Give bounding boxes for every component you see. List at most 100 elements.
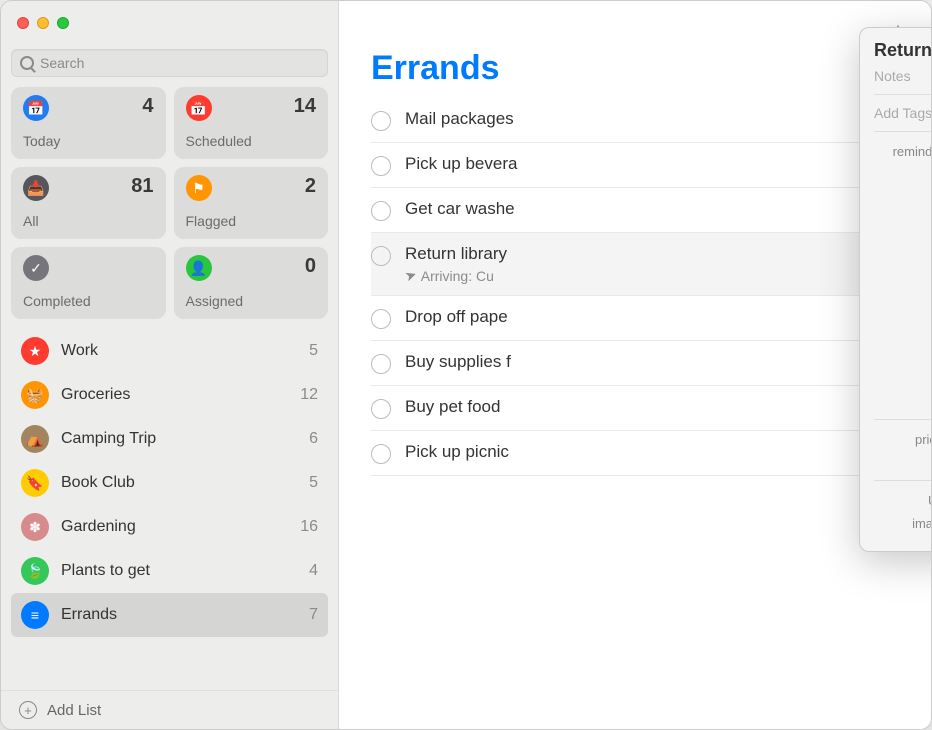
card-flagged-count: 2 (305, 175, 316, 198)
tags-field[interactable]: Add Tags (874, 99, 932, 127)
close-window-button[interactable] (17, 17, 29, 29)
sidebar-list-work[interactable]: ★ Work 5 (11, 329, 328, 373)
smart-list-cards: 📅 4 Today 📅 14 Scheduled 📥 81 All (1, 77, 338, 329)
card-today-count: 4 (142, 95, 153, 118)
card-assigned-count: 0 (305, 255, 316, 278)
sidebar-list-count: 5 (309, 342, 318, 360)
location-arrow-icon: ➤ (402, 266, 419, 286)
remind-me-label: remind me (874, 142, 932, 409)
complete-toggle[interactable] (371, 309, 391, 329)
card-all[interactable]: 📥 81 All (11, 167, 166, 239)
card-assigned-label: Assigned (186, 293, 317, 309)
complete-toggle[interactable] (371, 399, 391, 419)
bookmark-icon: 🔖 (21, 469, 49, 497)
reminders-window: 📅 4 Today 📅 14 Scheduled 📥 81 All (0, 0, 932, 730)
sidebar-list-bookclub[interactable]: 🔖 Book Club 5 (11, 461, 328, 505)
add-list-label: Add List (47, 702, 101, 719)
priority-label: priority (874, 430, 932, 447)
reminder-title: Drop off pape (405, 307, 508, 327)
url-label: URL (874, 491, 932, 508)
reminder-row[interactable]: Drop off pape (371, 296, 931, 341)
search-icon (20, 56, 34, 70)
reminder-row[interactable]: Get car washe (371, 188, 931, 233)
reminder-title: Pick up picnic (405, 442, 509, 462)
search-field[interactable] (11, 49, 328, 77)
zoom-window-button[interactable] (57, 17, 69, 29)
complete-toggle[interactable] (371, 246, 391, 266)
sidebar-list-label: Errands (61, 606, 117, 624)
reminder-title: Mail packages (405, 109, 514, 129)
sidebar: 📅 4 Today 📅 14 Scheduled 📥 81 All (1, 1, 339, 729)
tray-icon: 📥 (23, 175, 49, 201)
reminder-row[interactable]: Pick up bevera (371, 143, 931, 188)
reminder-row-selected[interactable]: Return library ➤ Arriving: Cu i (371, 233, 931, 296)
search-input[interactable] (40, 55, 319, 71)
card-all-label: All (23, 213, 154, 229)
complete-toggle[interactable] (371, 444, 391, 464)
card-scheduled-count: 14 (294, 95, 316, 118)
reminder-subtitle: ➤ Arriving: Cu (405, 267, 507, 284)
reminders-list: Mail packages Pick up bevera Get car was… (339, 98, 931, 476)
reminder-title: Return library (405, 244, 507, 264)
card-completed[interactable]: ✓ Completed (11, 247, 166, 319)
reminder-row[interactable]: Pick up picnic (371, 431, 931, 476)
sidebar-list-camping[interactable]: ⛺ Camping Trip 6 (11, 417, 328, 461)
calendar-today-icon: 📅 (23, 95, 49, 121)
notes-field[interactable]: Notes (874, 62, 932, 90)
sidebar-list-count: 5 (309, 474, 318, 492)
sidebar-list-errands[interactable]: ≡ Errands 7 (11, 593, 328, 637)
minimize-window-button[interactable] (37, 17, 49, 29)
person-icon: 👤 (186, 255, 212, 281)
sidebar-list-count: 4 (309, 562, 318, 580)
reminder-row[interactable]: Buy pet food (371, 386, 931, 431)
complete-toggle[interactable] (371, 156, 391, 176)
basket-icon: 🧺 (21, 381, 49, 409)
reminder-title: Buy pet food (405, 397, 500, 417)
plus-icon: + (19, 701, 37, 719)
reminder-title: Pick up bevera (405, 154, 517, 174)
sidebar-list-gardening[interactable]: ✽ Gardening 16 (11, 505, 328, 549)
sidebar-list-count: 12 (300, 386, 318, 404)
sidebar-list-label: Work (61, 342, 98, 360)
card-flagged-label: Flagged (186, 213, 317, 229)
card-today-label: Today (23, 133, 154, 149)
card-scheduled[interactable]: 📅 14 Scheduled (174, 87, 329, 159)
sidebar-list-label: Groceries (61, 386, 130, 404)
card-completed-label: Completed (23, 293, 154, 309)
list-title: Errands (371, 49, 500, 88)
reminder-row[interactable]: Buy supplies f (371, 341, 931, 386)
leaf-icon: 🍃 (21, 557, 49, 585)
sidebar-list-label: Plants to get (61, 562, 150, 580)
calendar-icon: 📅 (186, 95, 212, 121)
sidebar-list-label: Camping Trip (61, 430, 156, 448)
sidebar-list-plants[interactable]: 🍃 Plants to get 4 (11, 549, 328, 593)
complete-toggle[interactable] (371, 111, 391, 131)
flower-icon: ✽ (21, 513, 49, 541)
complete-toggle[interactable] (371, 201, 391, 221)
popover-title[interactable]: Return library books (874, 40, 932, 61)
sidebar-list-count: 6 (309, 430, 318, 448)
card-assigned[interactable]: 👤 0 Assigned (174, 247, 329, 319)
main-content: ＋ Errands 8 Mail packages Pick up bevera… (339, 1, 931, 729)
flag-icon: ⚑ (186, 175, 212, 201)
my-lists: ★ Work 5 🧺 Groceries 12 ⛺ Camping Trip 6… (1, 329, 338, 690)
window-controls (17, 17, 69, 29)
add-list-button[interactable]: + Add List (1, 690, 338, 729)
card-flagged[interactable]: ⚑ 2 Flagged (174, 167, 329, 239)
reminder-row[interactable]: Mail packages (371, 98, 931, 143)
reminder-title: Get car washe (405, 199, 515, 219)
list-icon: ≡ (21, 601, 49, 629)
card-today[interactable]: 📅 4 Today (11, 87, 166, 159)
card-all-count: 81 (131, 175, 153, 198)
checkmark-icon: ✓ (23, 255, 49, 281)
card-scheduled-label: Scheduled (186, 133, 317, 149)
images-label: images (874, 514, 932, 531)
reminder-title: Buy supplies f (405, 352, 511, 372)
sidebar-list-count: 7 (309, 606, 318, 624)
complete-toggle[interactable] (371, 354, 391, 374)
reminder-detail-popover: Return library books ⚑ Notes Add Tags re… (859, 27, 932, 552)
sidebar-list-groceries[interactable]: 🧺 Groceries 12 (11, 373, 328, 417)
tent-icon: ⛺ (21, 425, 49, 453)
sidebar-list-label: Gardening (61, 518, 136, 536)
sidebar-list-count: 16 (300, 518, 318, 536)
